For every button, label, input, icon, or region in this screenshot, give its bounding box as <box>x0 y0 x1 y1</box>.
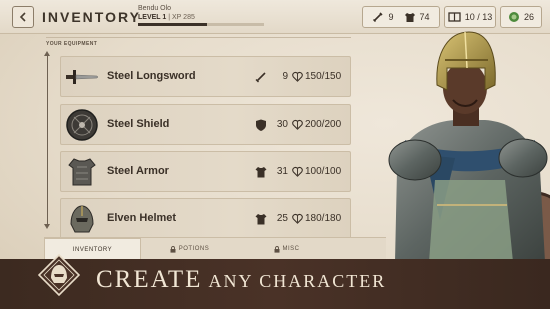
helmet-image <box>70 205 94 233</box>
item-stat: 9 <box>282 71 288 82</box>
gold-pill[interactable]: 26 <box>500 6 542 28</box>
tab-bar: INVENTORY POTIONS MISC <box>44 237 386 260</box>
page-title: INVENTORY <box>42 9 141 25</box>
banner-text-small: ANY CHARACTER <box>208 271 387 291</box>
item-stat: 31 <box>276 166 288 177</box>
banner-text-big: CREATE <box>96 266 203 293</box>
character-portrait <box>388 31 550 262</box>
sword-icon <box>255 72 266 83</box>
armor-icon <box>255 167 267 178</box>
xp-bar <box>138 23 264 26</box>
armor-icon <box>255 214 267 225</box>
item-durability: 200/200 <box>305 119 342 130</box>
tab-label: MISC <box>282 246 300 252</box>
lock-icon <box>274 245 279 253</box>
shield-icon <box>256 119 266 131</box>
sword-icon <box>373 12 384 22</box>
tab-label: INVENTORY <box>72 246 113 253</box>
arrow-up-icon <box>44 51 50 56</box>
tab-potions[interactable]: POTIONS <box>141 238 238 260</box>
helmet-emblem-icon <box>38 254 80 296</box>
top-bar: INVENTORY Bendu Olo LEVEL 1 | XP 285 9 7… <box>0 0 550 34</box>
longsword-image <box>66 70 99 84</box>
armor-image <box>68 158 96 186</box>
item-name: Steel Shield <box>107 118 170 130</box>
character-info: Bendu Olo LEVEL 1 | XP 285 <box>138 5 278 26</box>
character-level: LEVEL 1 | XP 285 <box>138 14 195 21</box>
capacity-pill[interactable]: 10 / 13 <box>444 6 496 28</box>
section-label: YOUR EQUIPMENT <box>46 41 98 47</box>
capacity-value: 10 / 13 <box>464 12 493 22</box>
item-durability: 150/150 <box>305 71 342 82</box>
durability-icon <box>292 166 303 177</box>
equipment-item-armor[interactable]: Steel Armor 31 100/100 <box>60 151 351 192</box>
chevron-left-icon <box>19 12 26 22</box>
tab-label: POTIONS <box>178 246 210 252</box>
level-label: LEVEL <box>138 14 161 21</box>
coin-icon <box>508 12 519 22</box>
level-value: 1 <box>162 14 167 21</box>
equipment-item-helmet[interactable]: Elven Helmet 25 180/180 <box>60 198 351 239</box>
section-divider <box>46 37 351 38</box>
character-name: Bendu Olo <box>138 5 172 12</box>
item-name: Steel Armor <box>107 165 169 177</box>
item-durability: 180/180 <box>305 213 342 224</box>
back-button[interactable] <box>12 6 34 28</box>
scroll-track[interactable] <box>44 51 50 229</box>
banner-headline: CREATE ANY CHARACTER <box>96 266 386 294</box>
xp-text: XP 285 <box>172 14 195 21</box>
attack-value: 9 <box>388 12 394 22</box>
equipment-item-shield[interactable]: Steel Shield 30 200/200 <box>60 104 351 145</box>
durability-icon <box>292 119 303 130</box>
tab-misc[interactable]: MISC <box>238 238 335 260</box>
item-durability: 100/100 <box>305 166 342 177</box>
durability-icon <box>292 213 303 224</box>
armor-value: 74 <box>419 12 430 22</box>
armor-icon <box>404 13 415 22</box>
item-name: Steel Longsword <box>107 70 196 82</box>
item-stat: 30 <box>276 119 288 130</box>
lock-icon <box>170 245 176 253</box>
item-stat: 25 <box>276 213 288 224</box>
item-name: Elven Helmet <box>107 212 177 224</box>
equipment-item-longsword[interactable]: Steel Longsword 9 150/150 <box>60 56 351 97</box>
gold-value: 26 <box>523 12 534 22</box>
xp-bar-fill <box>138 23 208 26</box>
arrow-down-icon <box>44 224 50 229</box>
stats-pill[interactable]: 9 74 <box>362 6 440 28</box>
book-icon <box>448 12 461 22</box>
durability-icon <box>292 71 303 82</box>
shield-image <box>66 109 98 141</box>
